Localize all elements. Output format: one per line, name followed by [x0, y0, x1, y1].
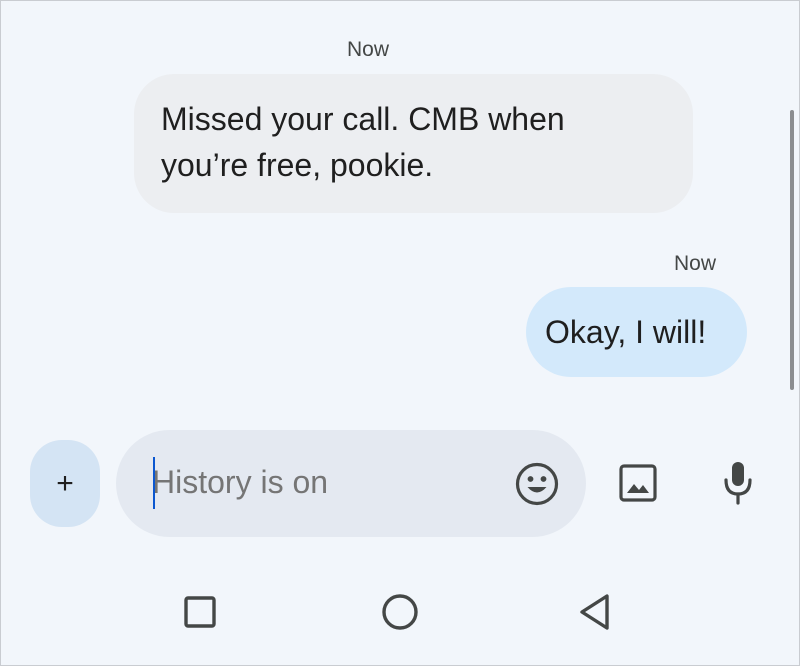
back-triangle-icon: [580, 594, 609, 630]
recents-square-icon: [184, 596, 216, 628]
smiley-face-icon: [515, 462, 559, 506]
message-text-line: Missed your call. CMB when: [161, 101, 565, 137]
image-gallery-icon: [619, 464, 657, 502]
outgoing-message-bubble[interactable]: Okay, I will!: [526, 287, 747, 377]
emoji-button[interactable]: [514, 461, 560, 507]
compose-field[interactable]: [116, 430, 586, 537]
image-gallery-button[interactable]: [614, 459, 662, 507]
message-text-line: you’re free, pookie.: [161, 147, 434, 183]
microphone-icon: [724, 462, 752, 505]
message-text: Okay, I will!: [545, 314, 707, 350]
home-button[interactable]: [378, 590, 422, 634]
voice-input-button[interactable]: [718, 457, 758, 509]
incoming-message-bubble[interactable]: Missed your call. CMB when you’re free, …: [134, 74, 693, 213]
home-circle-icon: [382, 594, 418, 630]
plus-icon: +: [56, 466, 74, 500]
add-attachment-button[interactable]: +: [30, 440, 100, 527]
text-caret: [153, 457, 155, 509]
back-button[interactable]: [574, 590, 618, 634]
recents-button[interactable]: [178, 590, 222, 634]
message-timestamp: Now: [347, 38, 390, 61]
message-timestamp: Now: [674, 252, 717, 275]
scrollbar[interactable]: [790, 110, 794, 390]
message-input[interactable]: [152, 464, 492, 501]
